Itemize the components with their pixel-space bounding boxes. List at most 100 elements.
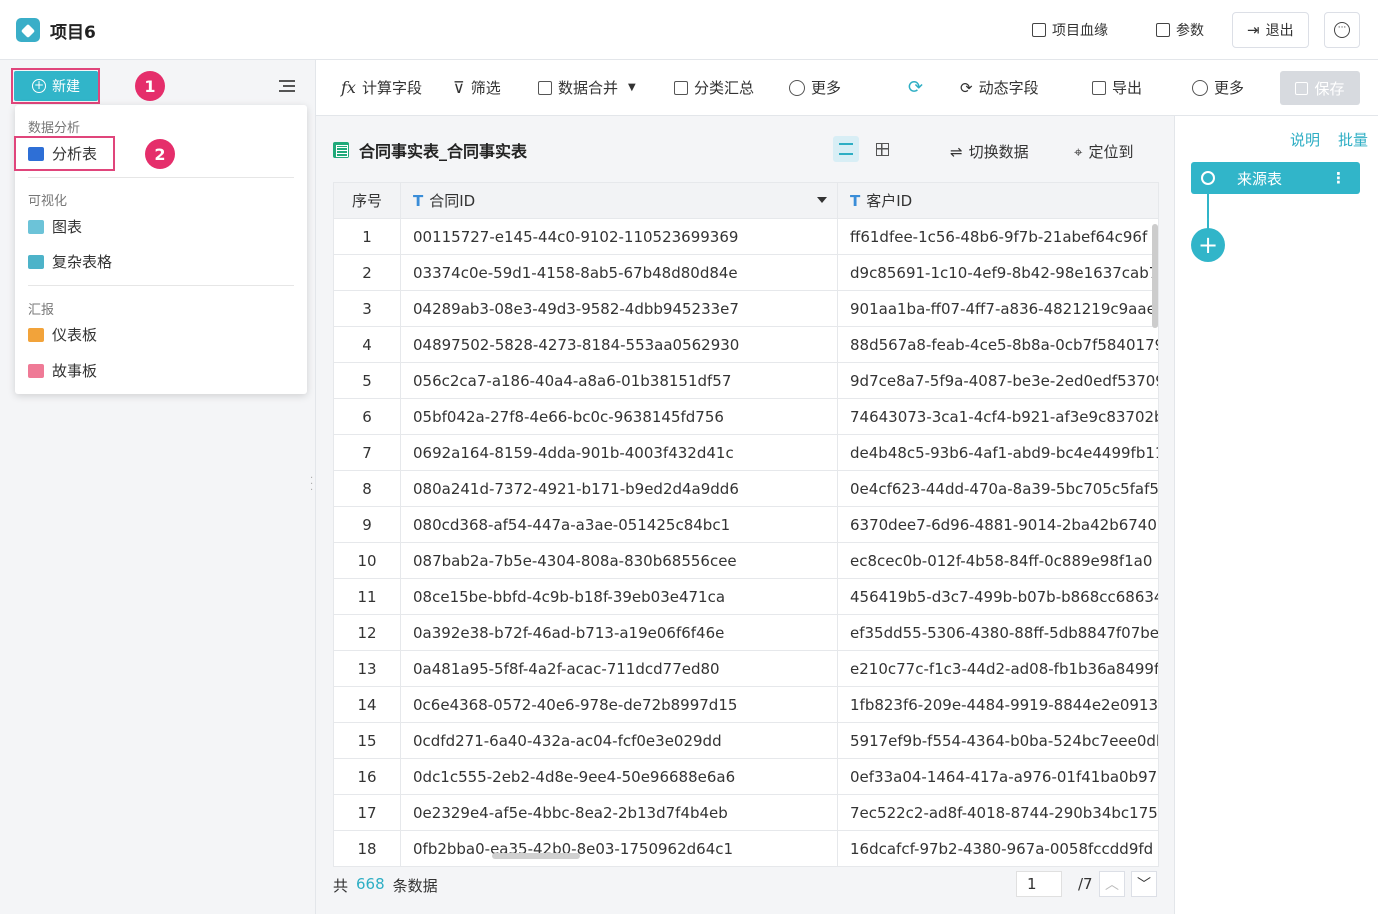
contract-id-cell[interactable]: 080a241d-7372-4921-b171-b9ed2d4a9dd6 <box>400 470 838 507</box>
row-index-cell[interactable]: 2 <box>333 254 401 291</box>
table-row[interactable]: 10 087bab2a-7b5e-4304-808a-830b68556cee ec… <box>333 542 1159 579</box>
menu-item-storyboard[interactable]: 故事板 <box>28 360 97 381</box>
customer-id-cell[interactable]: 16dcafcf-97b2-4380-967a-0058fccdd9fd <box>837 830 1159 867</box>
customer-id-cell[interactable]: 1fb823f6-209e-4484-9919-8844e2e09135 <box>837 686 1159 723</box>
table-row[interactable]: 14 0c6e4368-0572-40e6-978e-de72b8997d15 1f… <box>333 686 1159 723</box>
row-index-cell[interactable]: 15 <box>333 722 401 759</box>
contract-id-cell[interactable]: 0dc1c555-2eb2-4d8e-9ee4-50e96688e6a6 <box>400 758 838 795</box>
customer-id-cell[interactable]: ef35dd55-5306-4380-88ff-5db8847f07be <box>837 614 1159 651</box>
contract-id-cell[interactable]: 08ce15be-bbfd-4c9b-b18f-39eb03e471ca <box>400 578 838 615</box>
row-index-cell[interactable]: 13 <box>333 650 401 687</box>
explain-link[interactable]: 说明 <box>1290 129 1320 150</box>
table-row[interactable]: 17 0e2329e4-af5e-4bbc-8ea2-2b13d7f4b4eb 7e… <box>333 794 1159 831</box>
collapse-menu-icon[interactable] <box>279 80 295 94</box>
table-row[interactable]: 1 00115727-e145-44c0-9102-110523699369 ff6… <box>333 218 1159 255</box>
export-button[interactable]: 导出 <box>1092 77 1142 98</box>
node-menu-icon[interactable]: ⋮ <box>1331 169 1346 187</box>
row-index-cell[interactable]: 17 <box>333 794 401 831</box>
contract-id-cell[interactable]: 0fb2bba0-ea35-42b0-8e03-1750962d64c1 <box>400 830 838 867</box>
table-row[interactable]: 8 080a241d-7372-4921-b171-b9ed2d4a9dd6 0e4… <box>333 470 1159 507</box>
row-index-cell[interactable]: 12 <box>333 614 401 651</box>
contract-id-cell[interactable]: 0a481a95-5f8f-4a2f-acac-711dcd77ed80 <box>400 650 838 687</box>
table-row[interactable]: 18 0fb2bba0-ea35-42b0-8e03-1750962d64c1 16… <box>333 830 1159 867</box>
contract-id-cell[interactable]: 04897502-5828-4273-8184-553aa0562930 <box>400 326 838 363</box>
menu-item-dashboard[interactable]: 仪表板 <box>28 324 97 345</box>
table-row[interactable]: 3 04289ab3-08e3-49d3-9582-4dbb945233e7 901… <box>333 290 1159 327</box>
table-row[interactable]: 13 0a481a95-5f8f-4a2f-acac-711dcd77ed80 e2… <box>333 650 1159 687</box>
horizontal-scrollbar[interactable] <box>492 853 580 859</box>
customer-id-cell[interactable]: 88d567a8-feab-4ce5-8b8a-0cb7f5840179 <box>837 326 1159 363</box>
row-index-cell[interactable]: 18 <box>333 830 401 867</box>
row-index-cell[interactable]: 9 <box>333 506 401 543</box>
customer-id-cell[interactable]: 5917ef9b-f554-4364-b0ba-524bc7eee0db <box>837 722 1159 759</box>
contract-id-cell[interactable]: 0e2329e4-af5e-4bbc-8ea2-2b13d7f4b4eb <box>400 794 838 831</box>
row-index-cell[interactable]: 6 <box>333 398 401 435</box>
next-page-button[interactable]: ﹀ <box>1131 871 1157 897</box>
save-button[interactable]: 保存 <box>1280 71 1360 105</box>
row-index-cell[interactable]: 11 <box>333 578 401 615</box>
row-index-cell[interactable]: 16 <box>333 758 401 795</box>
grid-view-button[interactable] <box>869 136 895 162</box>
menu-item-complex-table[interactable]: 复杂表格 <box>28 251 112 272</box>
contract-id-cell[interactable]: 056c2ca7-a186-40a4-a8a6-01b38151df57 <box>400 362 838 399</box>
customer-id-cell[interactable]: ff61dfee-1c56-48b6-9f7b-21abef64c96f <box>837 218 1159 255</box>
exit-button[interactable]: ⇥ 退出 <box>1232 12 1309 48</box>
row-index-cell[interactable]: 5 <box>333 362 401 399</box>
list-view-button[interactable] <box>833 136 859 162</box>
customer-id-cell[interactable]: ec8cec0b-012f-4b58-84ff-0c889e98f1a0 <box>837 542 1159 579</box>
locate-button[interactable]: ⌖ 定位到 <box>1074 141 1133 162</box>
contract-id-cell[interactable]: 080cd368-af54-447a-a3ae-051425c84bc1 <box>400 506 838 543</box>
contract-id-cell[interactable]: 03374c0e-59d1-4158-8ab5-67b48d80d84e <box>400 254 838 291</box>
row-index-cell[interactable]: 1 <box>333 218 401 255</box>
customer-id-cell[interactable]: 7ec522c2-ad8f-4018-8744-290b34bc175e <box>837 794 1159 831</box>
contract-id-cell[interactable]: 0c6e4368-0572-40e6-978e-de72b8997d15 <box>400 686 838 723</box>
contract-id-cell[interactable]: 00115727-e145-44c0-9102-110523699369 <box>400 218 838 255</box>
group-summary-button[interactable]: 分类汇总 <box>674 77 754 98</box>
table-row[interactable]: 7 0692a164-8159-4dda-901b-4003f432d41c de4… <box>333 434 1159 471</box>
customer-id-cell[interactable]: de4b48c5-93b6-4af1-abd9-bc4e4499fb11 <box>837 434 1159 471</box>
customer-id-cell[interactable]: d9c85691-1c10-4ef9-8b42-98e1637cab77 <box>837 254 1159 291</box>
source-table-node[interactable]: 来源表 ⋮ <box>1191 162 1360 194</box>
project-lineage-button[interactable]: 项目血缘 <box>1032 12 1108 48</box>
table-row[interactable]: 11 08ce15be-bbfd-4c9b-b18f-39eb03e471ca 45… <box>333 578 1159 615</box>
contract-id-cell[interactable]: 04289ab3-08e3-49d3-9582-4dbb945233e7 <box>400 290 838 327</box>
contract-id-cell[interactable]: 05bf042a-27f8-4e66-bc0c-9638145fd756 <box>400 398 838 435</box>
table-row[interactable]: 5 056c2ca7-a186-40a4-a8a6-01b38151df57 9d7… <box>333 362 1159 399</box>
vertical-scrollbar[interactable] <box>1152 224 1158 328</box>
row-index-cell[interactable]: 10 <box>333 542 401 579</box>
table-row[interactable]: 9 080cd368-af54-447a-a3ae-051425c84bc1 637… <box>333 506 1159 543</box>
contract-id-cell[interactable]: 0a392e38-b72f-46ad-b713-a19e06f6f46e <box>400 614 838 651</box>
more-button-left[interactable]: 更多 <box>789 77 841 98</box>
column-header-customer-id[interactable]: T 客户ID <box>837 182 1159 219</box>
column-header-index[interactable]: 序号 <box>333 182 401 219</box>
customer-id-cell[interactable]: 0e4cf623-44dd-470a-8a39-5bc705c5faf5 <box>837 470 1159 507</box>
row-index-cell[interactable]: 4 <box>333 326 401 363</box>
contract-id-cell[interactable]: 0cdfd271-6a40-432a-ac04-fcf0e3e029dd <box>400 722 838 759</box>
more-options-button[interactable]: ··· <box>1324 12 1360 48</box>
column-dropdown-icon[interactable] <box>817 197 827 203</box>
filter-button[interactable]: ⊽ 筛选 <box>453 77 501 98</box>
menu-item-chart[interactable]: 图表 <box>28 216 82 237</box>
contract-id-cell[interactable]: 0692a164-8159-4dda-901b-4003f432d41c <box>400 434 838 471</box>
dynamic-field-button[interactable]: ⟳ 动态字段 <box>960 77 1039 98</box>
row-index-cell[interactable]: 14 <box>333 686 401 723</box>
customer-id-cell[interactable]: 9d7ce8a7-5f9a-4087-be3e-2ed0edf53709 <box>837 362 1159 399</box>
customer-id-cell[interactable]: 901aa1ba-ff07-4ff7-a836-4821219c9aae <box>837 290 1159 327</box>
batch-link[interactable]: 批量 <box>1338 129 1368 150</box>
table-row[interactable]: 4 04897502-5828-4273-8184-553aa0562930 88d… <box>333 326 1159 363</box>
new-button[interactable]: + 新建 <box>14 71 98 101</box>
calc-field-button[interactable]: fx 计算字段 <box>341 77 422 98</box>
panel-resize-handle[interactable]: · · · <box>310 474 314 496</box>
table-row[interactable]: 16 0dc1c555-2eb2-4d8e-9ee4-50e96688e6a6 0e… <box>333 758 1159 795</box>
refresh-button[interactable]: ⟳ <box>908 77 923 98</box>
data-merge-button[interactable]: 数据合并 ▼ <box>538 77 636 98</box>
add-node-button[interactable]: + <box>1191 228 1225 262</box>
table-row[interactable]: 15 0cdfd271-6a40-432a-ac04-fcf0e3e029dd 59… <box>333 722 1159 759</box>
prev-page-button[interactable]: ︿ <box>1099 871 1125 897</box>
more-button-right[interactable]: 更多 <box>1192 77 1244 98</box>
table-row[interactable]: 6 05bf042a-27f8-4e66-bc0c-9638145fd756 746… <box>333 398 1159 435</box>
contract-id-cell[interactable]: 087bab2a-7b5e-4304-808a-830b68556cee <box>400 542 838 579</box>
switch-data-button[interactable]: ⇌ 切换数据 <box>950 141 1029 162</box>
customer-id-cell[interactable]: 0ef33a04-1464-417a-a976-01f41ba0b97e <box>837 758 1159 795</box>
table-row[interactable]: 12 0a392e38-b72f-46ad-b713-a19e06f6f46e ef… <box>333 614 1159 651</box>
